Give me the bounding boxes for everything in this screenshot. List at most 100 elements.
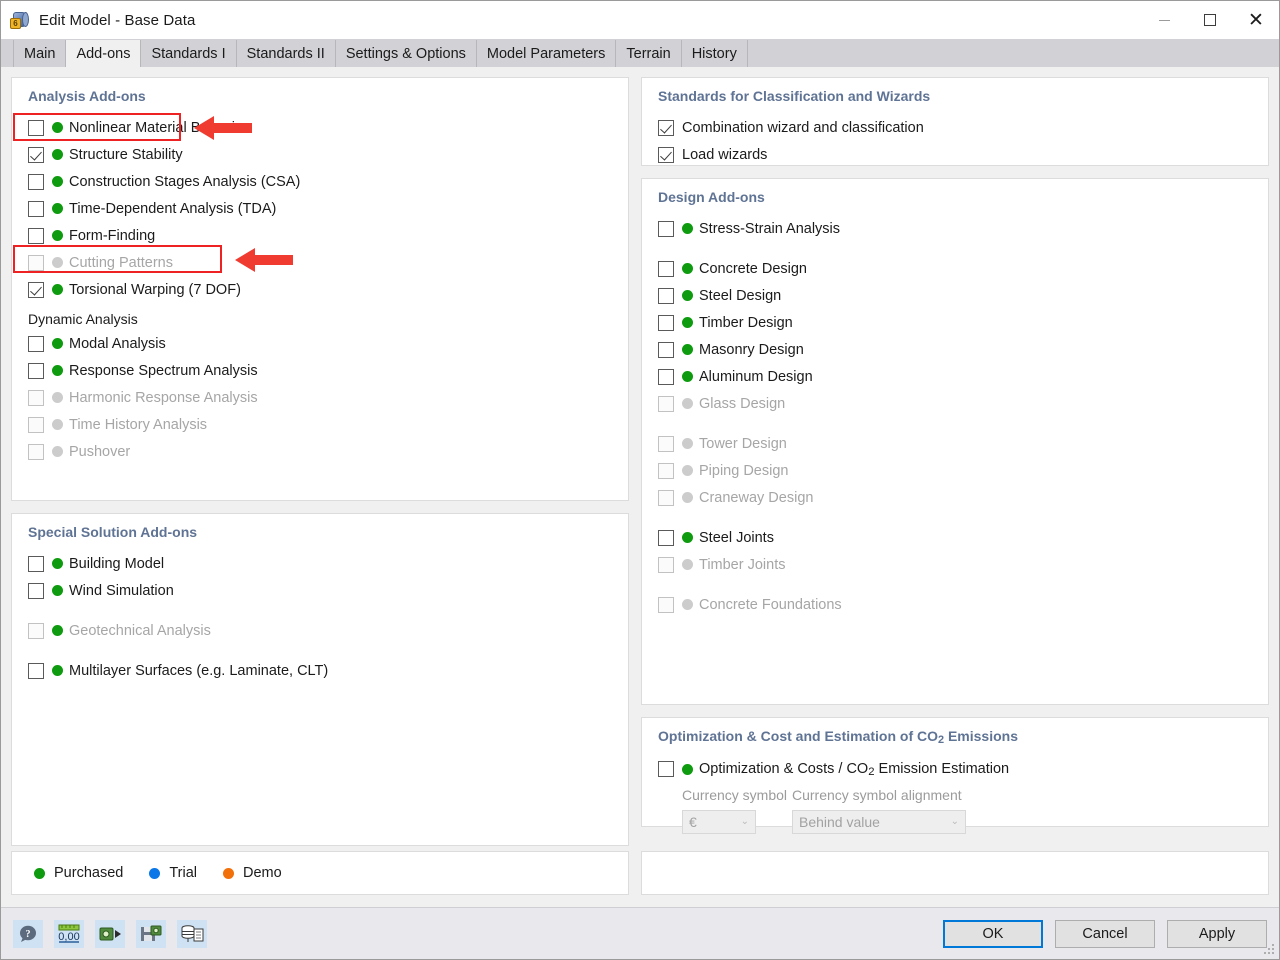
- minimize-button[interactable]: [1141, 1, 1187, 39]
- checkbox-steel-design[interactable]: [658, 287, 674, 304]
- design-addon-row-masonry-design[interactable]: Masonry Design: [652, 336, 1258, 363]
- analysis-addon-row-nonlinear-material-behavior[interactable]: Nonlinear Material Behavior: [22, 114, 618, 141]
- window-title: Edit Model - Base Data: [39, 11, 196, 29]
- status-dot-green: [682, 532, 693, 543]
- special-addons-list: Building Model Wind Simulation Geotechnica…: [22, 550, 618, 684]
- tab-main[interactable]: Main: [13, 40, 67, 67]
- design-addon-row-steel-design[interactable]: Steel Design: [652, 282, 1258, 309]
- checkbox-combination-wizard-and-classification[interactable]: [658, 119, 674, 136]
- row-spacer: [652, 242, 1258, 255]
- special-addon-row-building-model[interactable]: Building Model: [22, 550, 618, 577]
- checkbox-timber-joints: [658, 556, 674, 573]
- design-addon-row-timber-design[interactable]: Timber Design: [652, 309, 1258, 336]
- ok-button[interactable]: OK: [943, 919, 1043, 948]
- label-torsional-warping-7-dof: Torsional Warping (7 DOF): [69, 281, 241, 298]
- label-combination-wizard-and-classification: Combination wizard and classification: [682, 119, 924, 136]
- checkbox-timber-design[interactable]: [658, 314, 674, 331]
- currency-symbol-value: €: [689, 813, 697, 830]
- label-building-model: Building Model: [69, 555, 165, 572]
- units-icon[interactable]: 0,00: [54, 919, 84, 948]
- save-defaults-icon[interactable]: [136, 919, 166, 948]
- analysis-addon-row-structure-stability[interactable]: Structure Stability: [22, 141, 618, 168]
- standards-wizards-list: Combination wizard and classification Loa…: [652, 114, 1258, 168]
- label-cutting-patterns: Cutting Patterns: [69, 254, 173, 271]
- special-addon-row-wind-simulation[interactable]: Wind Simulation: [22, 577, 618, 604]
- import-icon[interactable]: [95, 919, 125, 948]
- optimization-panel: Optimization & Cost and Estimation of CO…: [641, 717, 1269, 834]
- checkbox-stress-strain-analysis[interactable]: [658, 220, 674, 237]
- currency-symbol-label: Currency symbol: [682, 786, 788, 803]
- analysis-addon-row-torsional-warping-7-dof[interactable]: Torsional Warping (7 DOF): [22, 276, 618, 303]
- special-addon-row-multilayer-surfaces-e-g-laminate-clt[interactable]: Multilayer Surfaces (e.g. Laminate, CLT): [22, 657, 618, 684]
- status-dot-grey: [682, 465, 693, 476]
- analysis-addon-row-form-finding[interactable]: Form-Finding: [22, 222, 618, 249]
- checkbox-torsional-warping-7-dof[interactable]: [28, 281, 44, 298]
- dynamic-analysis-row-response-spectrum-analysis[interactable]: Response Spectrum Analysis: [22, 357, 618, 384]
- currency-alignment-select[interactable]: Behind value ⌄: [792, 809, 966, 834]
- legend-item-purchased: Purchased: [34, 865, 123, 881]
- currency-alignment-label: Currency symbol alignment: [792, 786, 962, 803]
- design-addon-row-aluminum-design[interactable]: Aluminum Design: [652, 363, 1258, 390]
- maximize-button[interactable]: [1187, 1, 1233, 39]
- currency-alignment-value: Behind value: [799, 813, 880, 830]
- resize-grip[interactable]: [1264, 944, 1276, 956]
- checkbox-nonlinear-material-behavior[interactable]: [28, 119, 44, 136]
- cancel-button[interactable]: Cancel: [1055, 919, 1155, 948]
- label-form-finding: Form-Finding: [69, 227, 156, 244]
- tab-settings-options[interactable]: Settings & Options: [335, 40, 477, 67]
- currency-symbol-select[interactable]: € ⌄: [682, 809, 756, 834]
- status-dot-green: [52, 585, 63, 596]
- design-addon-row-steel-joints[interactable]: Steel Joints: [652, 524, 1258, 551]
- standards-wizard-row-combination-wizard-and-classification[interactable]: Combination wizard and classification: [652, 114, 1258, 141]
- legend-dot-green: [34, 867, 45, 879]
- checkbox-concrete-design[interactable]: [658, 260, 674, 277]
- design-addon-row-stress-strain-analysis[interactable]: Stress-Strain Analysis: [652, 215, 1258, 242]
- checkbox-aluminum-design[interactable]: [658, 368, 674, 385]
- database-icon[interactable]: [177, 919, 207, 948]
- checkbox-modal-analysis[interactable]: [28, 335, 44, 352]
- checkbox-multilayer-surfaces-e-g-laminate-clt[interactable]: [28, 662, 44, 679]
- label-concrete-design: Concrete Design: [699, 260, 807, 277]
- special-addons-title: Special Solution Add-ons: [28, 524, 198, 540]
- analysis-addon-row-time-dependent-analysis-tda[interactable]: Time-Dependent Analysis (TDA): [22, 195, 618, 222]
- dynamic-analysis-row-modal-analysis[interactable]: Modal Analysis: [22, 330, 618, 357]
- tab-terrain[interactable]: Terrain: [616, 40, 682, 67]
- label-structure-stability: Structure Stability: [69, 146, 183, 163]
- label-glass-design: Glass Design: [699, 395, 786, 412]
- design-addons-panel: Design Add-ons Stress-Strain Analysis Con…: [641, 178, 1269, 705]
- design-addon-row-concrete-design[interactable]: Concrete Design: [652, 255, 1258, 282]
- legend-item-demo: Demo: [222, 865, 282, 881]
- svg-text:0,00: 0,00: [58, 931, 79, 943]
- help-icon[interactable]: ?: [13, 919, 43, 948]
- checkbox-structure-stability[interactable]: [28, 146, 44, 163]
- tab-standards-i[interactable]: Standards I: [141, 40, 237, 67]
- optimization-cost-checkbox[interactable]: [658, 761, 674, 778]
- checkbox-form-finding[interactable]: [28, 227, 44, 244]
- checkbox-steel-joints[interactable]: [658, 529, 674, 546]
- label-modal-analysis: Modal Analysis: [69, 335, 166, 352]
- checkbox-construction-stages-analysis-csa[interactable]: [28, 173, 44, 190]
- checkbox-wind-simulation[interactable]: [28, 582, 44, 599]
- row-spacer: [652, 578, 1258, 591]
- close-button[interactable]: ✕: [1233, 1, 1279, 39]
- analysis-addons-title: Analysis Add-ons: [28, 88, 146, 104]
- analysis-addon-row-construction-stages-analysis-csa[interactable]: Construction Stages Analysis (CSA): [22, 168, 618, 195]
- standards-wizard-row-load-wizards[interactable]: Load wizards: [652, 141, 1258, 168]
- optimization-cost-row[interactable]: Optimization & Costs / CO2 Emission Esti…: [652, 756, 1258, 783]
- status-dot-green: [52, 558, 63, 569]
- label-load-wizards: Load wizards: [682, 146, 768, 163]
- tab-history[interactable]: History: [681, 40, 748, 67]
- checkbox-masonry-design[interactable]: [658, 341, 674, 358]
- status-dot-grey: [682, 599, 693, 610]
- checkbox-building-model[interactable]: [28, 555, 44, 572]
- design-addon-row-piping-design: Piping Design: [652, 457, 1258, 484]
- apply-button[interactable]: Apply: [1167, 919, 1267, 948]
- tab-model-parameters[interactable]: Model Parameters: [476, 40, 617, 67]
- checkbox-time-dependent-analysis-tda[interactable]: [28, 200, 44, 217]
- checkbox-response-spectrum-analysis[interactable]: [28, 362, 44, 379]
- dialog-body: Analysis Add-ons Nonlinear Material Beha…: [1, 67, 1279, 907]
- label-multilayer-surfaces-e-g-laminate-clt: Multilayer Surfaces (e.g. Laminate, CLT): [69, 662, 329, 679]
- checkbox-load-wizards[interactable]: [658, 146, 674, 163]
- tab-add-ons[interactable]: Add-ons: [66, 40, 142, 67]
- tab-standards-ii[interactable]: Standards II: [236, 40, 336, 67]
